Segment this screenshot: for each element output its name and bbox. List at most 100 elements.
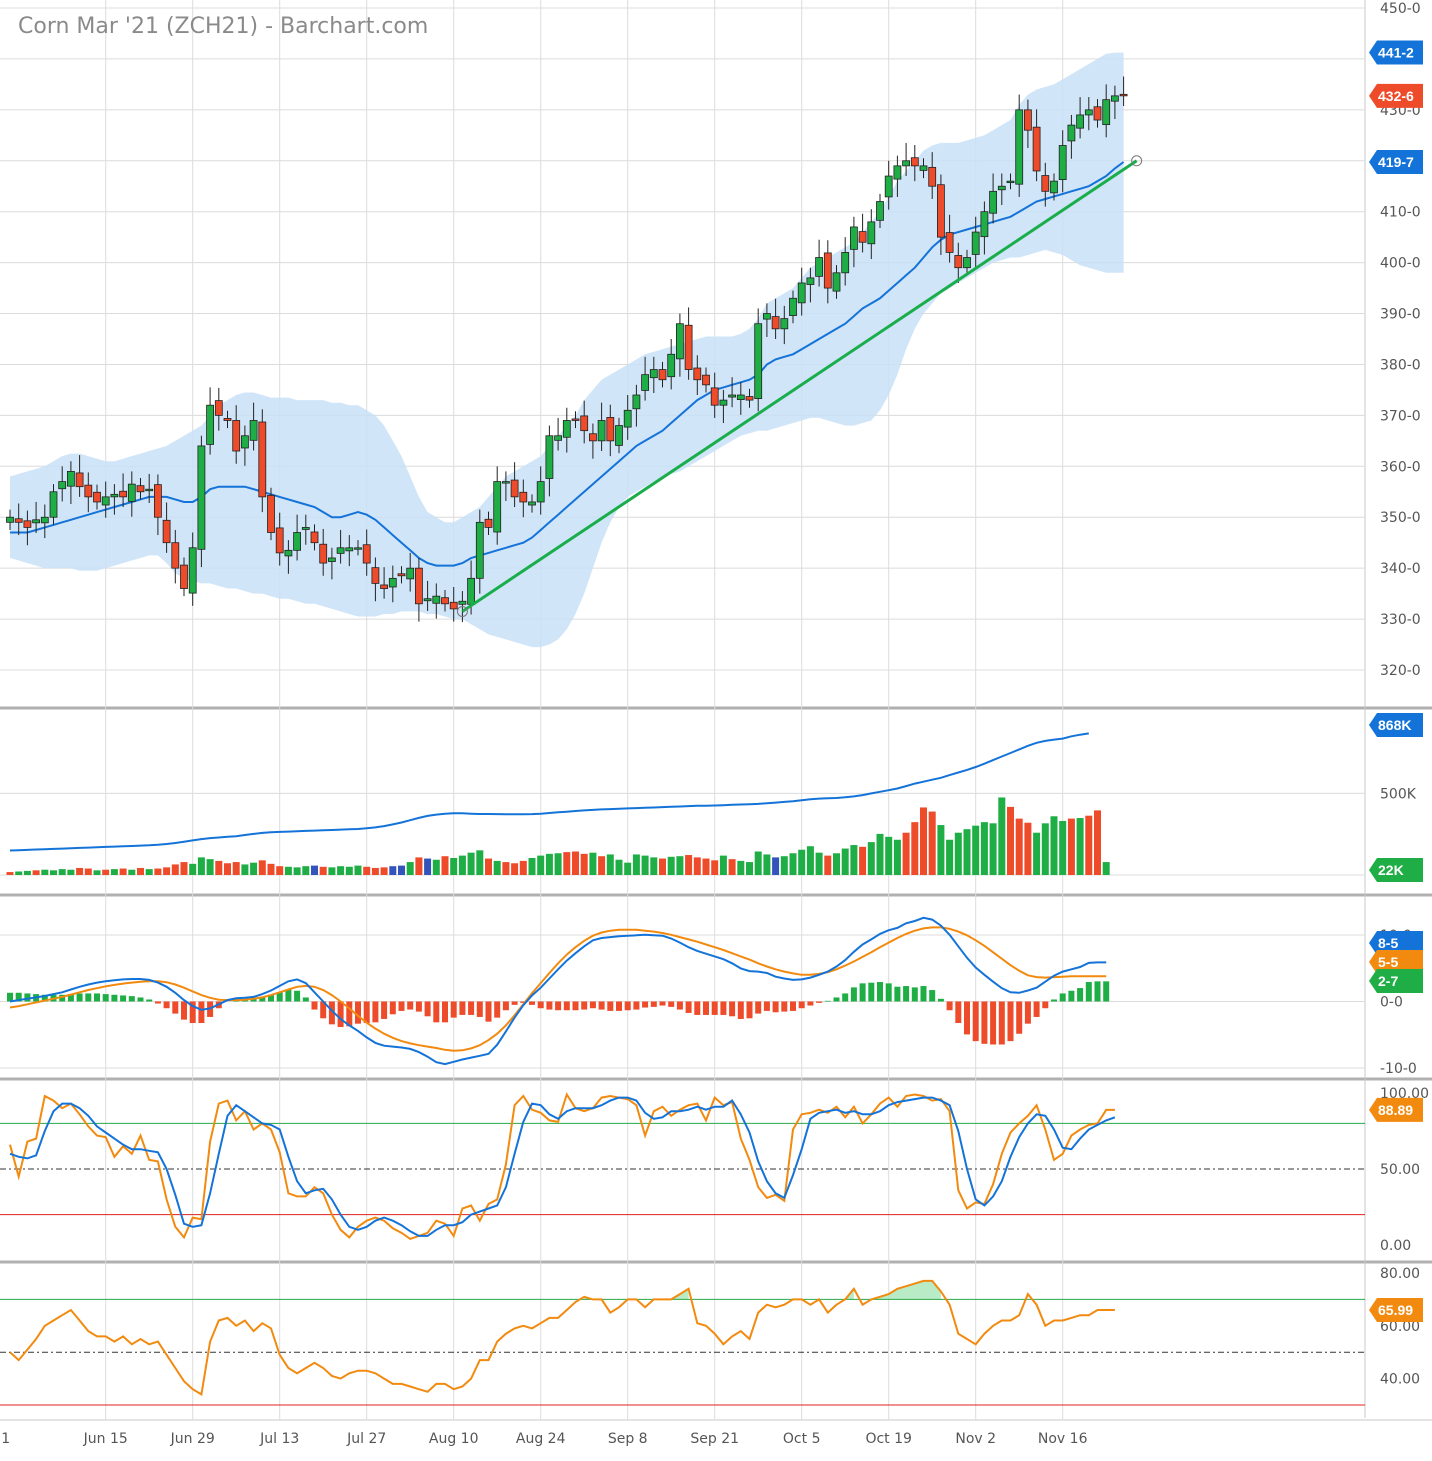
rsi-y-tick: 40.00 xyxy=(1380,1372,1420,1388)
candle-body xyxy=(1058,145,1067,181)
volume-bar xyxy=(789,853,797,875)
x-tick-label: Nov 16 xyxy=(1038,1431,1088,1447)
macd-histogram-bar xyxy=(946,1001,953,1011)
macd-histogram-bar xyxy=(998,1001,1005,1045)
candle xyxy=(197,435,206,568)
macd-histogram-bar xyxy=(355,1001,361,1024)
volume-bar xyxy=(389,866,397,875)
open-interest-badge: 868K xyxy=(1369,713,1423,737)
macd-histogram-bar xyxy=(937,998,944,1002)
volume-bar xyxy=(485,858,492,875)
upper-band-badge: 441-2 xyxy=(1369,40,1423,65)
candle-body xyxy=(23,520,32,528)
macd-histogram-bar xyxy=(589,1001,596,1009)
macd-histogram-bar xyxy=(407,1001,414,1010)
macd-histogram-bar xyxy=(894,986,901,1002)
macd-histogram-bar xyxy=(311,1001,318,1010)
macd-histogram-bar xyxy=(877,982,883,1002)
candle-body xyxy=(910,157,919,167)
price-y-tick: 370-0 xyxy=(1380,408,1421,424)
macd-histogram-bar xyxy=(415,1001,422,1012)
volume-bar xyxy=(154,868,162,875)
candle-body xyxy=(345,547,354,552)
candle-body xyxy=(615,425,623,446)
candle-body xyxy=(728,394,736,398)
candle-body xyxy=(580,415,589,432)
volume-bar xyxy=(737,860,745,875)
price-y-tick: 390-0 xyxy=(1380,307,1421,323)
volume-bar xyxy=(145,869,153,875)
candle-body xyxy=(510,479,519,498)
candle-body xyxy=(406,567,415,580)
stoch-badge: 88.89 xyxy=(1369,1097,1423,1122)
chart-title: Corn Mar '21 (ZCH21) - Barchart.com xyxy=(18,14,429,39)
candle-body xyxy=(354,547,362,550)
macd-histogram-bar xyxy=(459,1001,466,1015)
candle-body xyxy=(93,491,101,503)
candle xyxy=(267,487,275,541)
price-y-tick: 330-0 xyxy=(1380,612,1421,628)
candle-body xyxy=(32,519,40,524)
macd-histogram-bar xyxy=(337,1001,344,1028)
macd-histogram-bar xyxy=(1042,1001,1049,1009)
macd-histogram-bar xyxy=(624,1001,631,1011)
rsi-badge: 65.99 xyxy=(1369,1297,1423,1322)
volume-bar xyxy=(928,811,936,875)
volume-bar xyxy=(1015,818,1023,875)
candle-body xyxy=(249,420,258,441)
candle-body xyxy=(162,519,171,544)
candle-body xyxy=(719,399,728,406)
macd-histogram-bar xyxy=(502,1001,509,1011)
candle-body xyxy=(937,184,945,238)
volume-bar xyxy=(563,852,571,875)
volume-bar xyxy=(598,856,606,875)
macd-histogram-bar xyxy=(1016,1001,1023,1034)
macd-histogram-bar xyxy=(581,1001,588,1010)
volume-bar xyxy=(537,855,545,875)
macd-histogram-bar xyxy=(1103,981,1110,1002)
volume-bar xyxy=(1050,816,1058,875)
volume-bar xyxy=(615,859,623,875)
macd-histogram-bar xyxy=(633,1001,640,1010)
volume-bar xyxy=(241,864,249,875)
volume-bar xyxy=(493,860,501,875)
volume-y-tick: 500K xyxy=(1380,786,1417,802)
macd-histogram-bar xyxy=(294,990,301,1002)
candle-body xyxy=(475,521,484,579)
macd-histogram-bar xyxy=(885,983,892,1002)
x-tick-label: Jul 27 xyxy=(346,1431,386,1447)
volume-bar xyxy=(215,860,223,875)
volume-bar xyxy=(519,860,527,875)
macd-histogram-bar xyxy=(650,1001,657,1007)
candle-body xyxy=(884,175,893,198)
volume-bar xyxy=(972,825,980,875)
volume-bar xyxy=(946,839,954,875)
candle-body xyxy=(1024,109,1032,131)
volume-bar xyxy=(980,822,988,875)
middle-band-badge: 419-7 xyxy=(1369,150,1423,175)
macd-histogram-bar xyxy=(676,1001,683,1010)
candle-body xyxy=(789,297,797,316)
macd-histogram-bar xyxy=(807,1001,814,1006)
candle-body xyxy=(493,481,502,533)
candle-body xyxy=(6,516,14,523)
volume-bar xyxy=(998,797,1006,875)
candle-body xyxy=(902,160,910,167)
volume-bar xyxy=(963,829,971,875)
candle-body xyxy=(536,481,545,503)
volume-bar xyxy=(32,870,40,875)
volume-bar xyxy=(371,867,379,875)
candle-body xyxy=(432,595,441,604)
volume-bar xyxy=(345,866,353,875)
volume-bar xyxy=(511,863,519,875)
candle-body xyxy=(797,282,806,304)
macd-histogram-bar xyxy=(111,994,118,1002)
volume-bar xyxy=(806,846,814,875)
macd-histogram-bar xyxy=(685,1001,692,1013)
volume-bar xyxy=(258,860,266,875)
macd-histogram-bar xyxy=(763,1001,770,1011)
volume-bar xyxy=(1024,822,1032,875)
macd-histogram-bar xyxy=(433,1001,440,1023)
candle-body xyxy=(806,277,815,285)
volume-bar xyxy=(476,850,484,875)
